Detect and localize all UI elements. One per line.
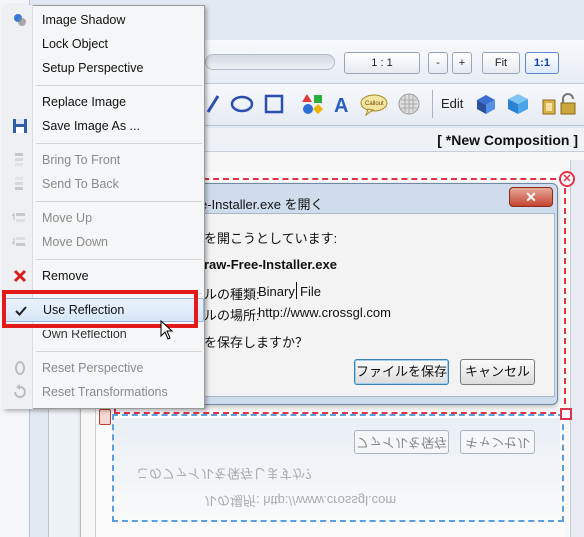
menu-item-label: Remove (42, 269, 89, 283)
send-back-icon (15, 177, 23, 190)
resize-handle[interactable] (560, 408, 572, 420)
line-tool-icon[interactable] (202, 92, 226, 116)
ellipse-tool-icon[interactable] (230, 92, 254, 116)
menu-item-label: Move Up (42, 211, 93, 225)
actual-size-button[interactable]: 1:1 (525, 52, 559, 74)
svg-text:A: A (334, 95, 348, 116)
menu-separator (36, 351, 202, 352)
menu-item-label: Bring To Front (42, 153, 121, 167)
menu-item-send-to-back[interactable]: Send To Back (4, 173, 204, 196)
remove-icon (13, 269, 27, 283)
menu-separator (36, 143, 202, 144)
zoom-slider[interactable] (205, 54, 335, 70)
reset-transform-icon (14, 384, 26, 398)
menu-item-label: Save Image As ... (42, 119, 140, 133)
menu-item-setup-perspective[interactable]: Setup Perspective (4, 57, 204, 80)
zoom-out-button[interactable]: - (428, 52, 448, 74)
menu-item-label: Reset Perspective (42, 361, 144, 375)
callout-tool-icon[interactable]: Callout (360, 92, 388, 116)
menu-item-reset-perspective[interactable]: Reset Perspective (4, 357, 204, 380)
shapes-tool-icon[interactable] (301, 92, 325, 116)
menu-separator (36, 201, 202, 202)
menu-separator (36, 85, 202, 86)
menu-item-label: Lock Object (42, 37, 109, 51)
lock-icon[interactable] (556, 92, 580, 116)
zoom-ratio-display: 1 : 1 (344, 52, 420, 74)
pattern-tool-icon[interactable] (397, 92, 421, 116)
menu-item-replace-image[interactable]: Replace Image (4, 91, 204, 114)
move-down-icon (12, 237, 25, 246)
lock-handle-icon[interactable] (99, 409, 111, 425)
shadow-icon (14, 14, 26, 26)
rectangle-tool-icon[interactable] (262, 92, 286, 116)
move-up-icon (12, 212, 25, 222)
reflection-frame[interactable] (112, 414, 564, 522)
svg-text:Callout: Callout (365, 101, 384, 107)
menu-item-label: Send To Back (42, 177, 119, 191)
rotate-handle-icon[interactable]: ✕ (559, 171, 575, 187)
menu-item-label: Move Down (42, 235, 108, 249)
menu-item-label: Setup Perspective (42, 61, 144, 75)
cube-icon[interactable] (506, 92, 530, 116)
composition-bar: [ *New Composition ] (198, 128, 584, 152)
menu-item-label: Replace Image (42, 95, 127, 109)
toolbar-separator (432, 90, 433, 118)
floppy-icon (13, 119, 27, 133)
menu-item-label: Reset Transformations (42, 385, 168, 399)
menu-item-bring-to-front[interactable]: Bring To Front (4, 149, 204, 172)
mouse-cursor-icon (160, 320, 174, 340)
text-tool-icon[interactable]: A (330, 92, 354, 116)
edit-label: Edit (441, 96, 464, 111)
reset-perspective-icon (15, 361, 25, 375)
menu-item-save-image-as[interactable]: Save Image As ... (4, 115, 204, 138)
vertical-scrollbar[interactable] (570, 160, 584, 537)
menu-item-remove[interactable]: Remove (4, 265, 204, 288)
zoom-in-button[interactable]: + (452, 52, 472, 74)
menu-separator (36, 259, 202, 260)
bring-front-icon (15, 153, 23, 166)
menu-item-reset-transformations[interactable]: Reset Transformations (4, 381, 204, 404)
menu-item-move-up[interactable]: Move Up (4, 207, 204, 230)
menu-item-lock-object[interactable]: Lock Object (4, 33, 204, 56)
fit-button[interactable]: Fit (482, 52, 520, 74)
composition-title: [ *New Composition ] (437, 132, 578, 148)
objects-icon[interactable] (474, 92, 498, 116)
menu-item-move-down[interactable]: Move Down (4, 231, 204, 254)
menu-item-image-shadow[interactable]: Image Shadow (4, 9, 204, 32)
menu-item-label: Image Shadow (42, 13, 126, 27)
